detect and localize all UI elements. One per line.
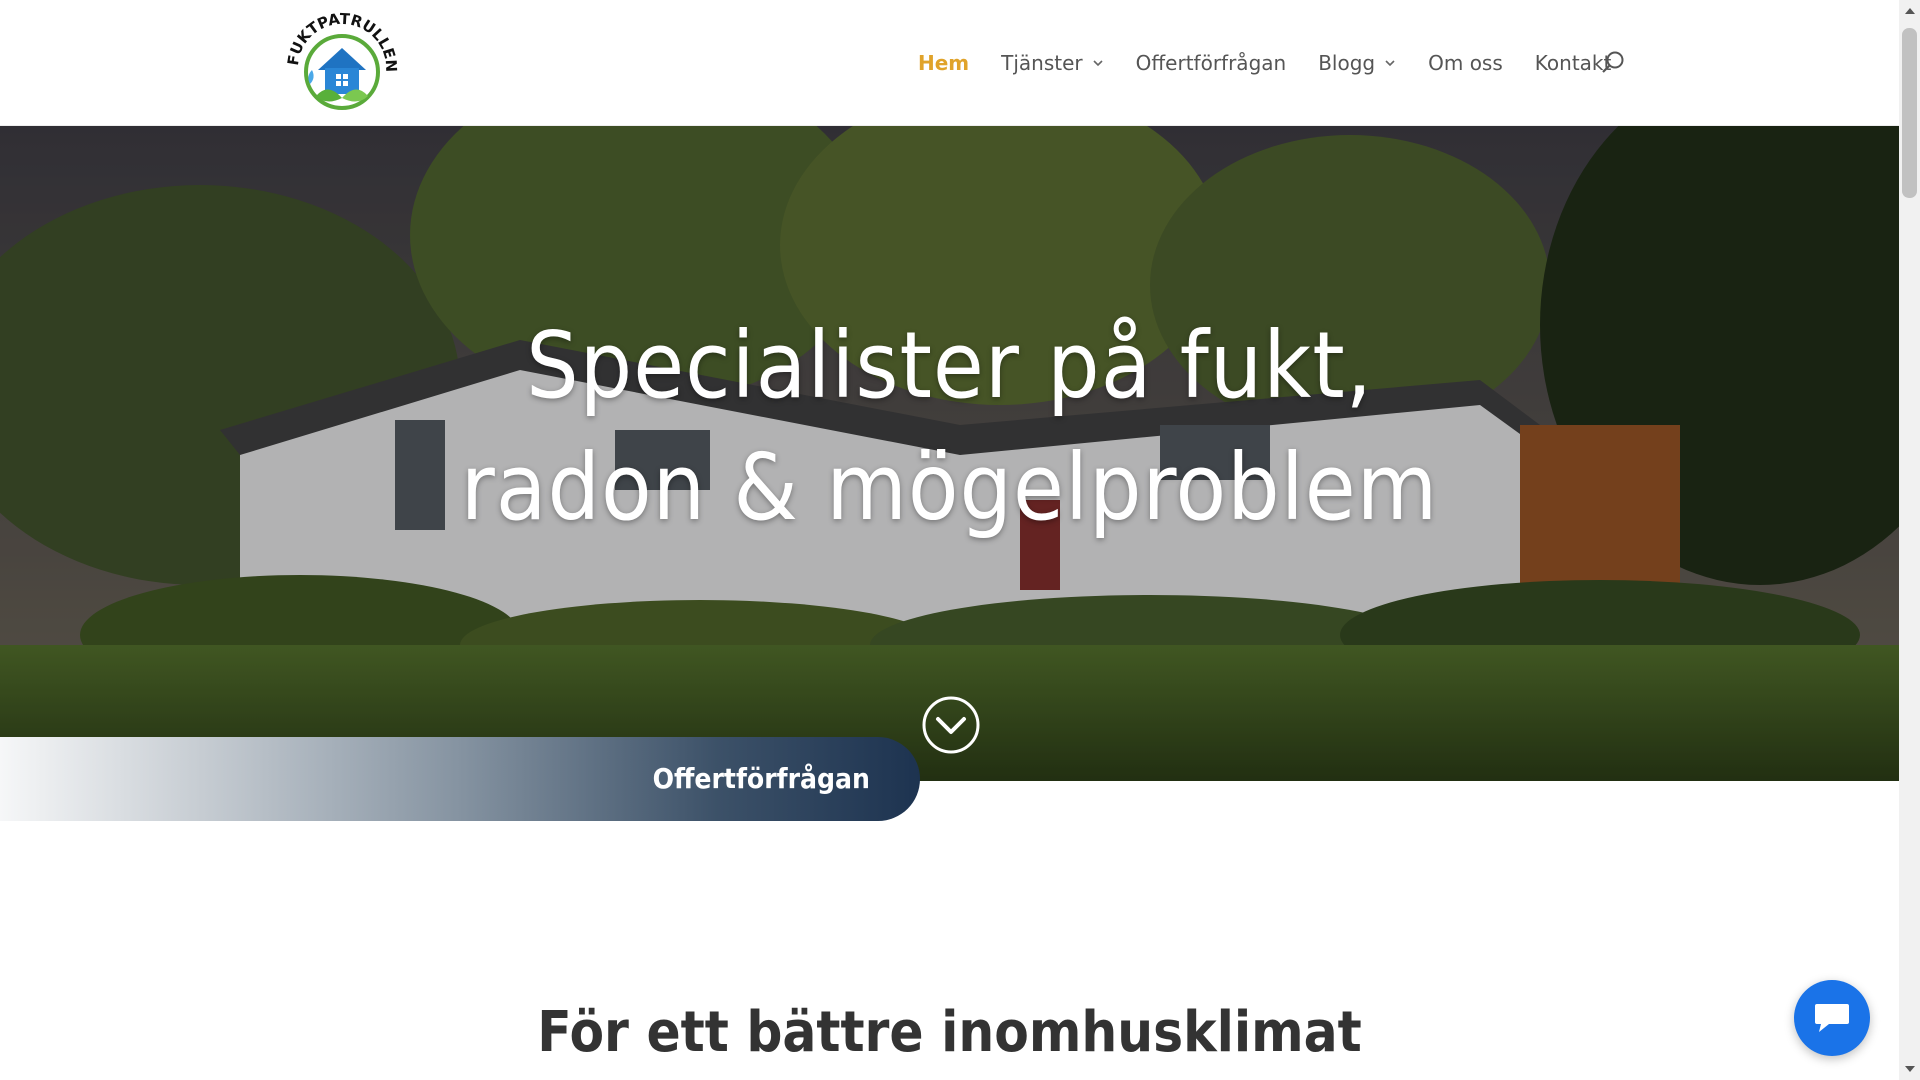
hero-title-line-1: Specialister på fukt, — [526, 312, 1373, 419]
nav-item-label: Blogg — [1318, 50, 1376, 75]
fuktpatrullen-logo[interactable]: FUKTPATRULLEN — [276, 10, 408, 116]
nav-item-label: Tjänster — [1001, 50, 1083, 75]
nav-item-label: Hem — [918, 50, 970, 75]
cta-label: Offertförfrågan — [652, 762, 870, 795]
nav-item-tjanster[interactable]: Tjänster — [1001, 51, 1104, 75]
scrollbar-thumb[interactable] — [1902, 28, 1917, 198]
scroll-up-arrow-icon[interactable] — [1905, 8, 1915, 14]
site-header: FUKTPATRULLEN Hem Tjänster Offertförfråg… — [0, 0, 1899, 126]
main-nav: Hem Tjänster Offertförfrågan Blogg Om os… — [918, 0, 1643, 125]
hero-title: Specialister på fukt, radon & mögelprobl… — [0, 305, 1899, 549]
page-scrollbar[interactable] — [1899, 0, 1920, 1080]
nav-item-offertforfragan[interactable]: Offertförfrågan — [1136, 51, 1287, 75]
nav-item-hem[interactable]: Hem — [918, 51, 969, 75]
nav-item-label: Om oss — [1428, 50, 1503, 75]
nav-item-om-oss[interactable]: Om oss — [1428, 51, 1503, 75]
section-title: För ett bättre inomhusklimat — [537, 1000, 1362, 1065]
offertforfragan-cta-button[interactable]: Offertförfrågan — [0, 737, 920, 821]
chat-icon — [1815, 1004, 1849, 1032]
search-icon[interactable] — [1600, 50, 1626, 76]
chevron-down-icon — [1093, 59, 1103, 66]
nav-item-blogg[interactable]: Blogg — [1318, 51, 1396, 75]
nav-item-label: Offertförfrågan — [1135, 50, 1287, 75]
chevron-down-circle-icon[interactable] — [921, 695, 981, 755]
hero-title-line-2: radon & mögelproblem — [460, 434, 1439, 541]
scroll-down-arrow-icon[interactable] — [1905, 1066, 1915, 1072]
chat-launcher-button[interactable] — [1794, 980, 1870, 1056]
chevron-down-icon — [1385, 59, 1395, 66]
hero-section: Specialister på fukt, radon & mögelprobl… — [0, 125, 1899, 781]
